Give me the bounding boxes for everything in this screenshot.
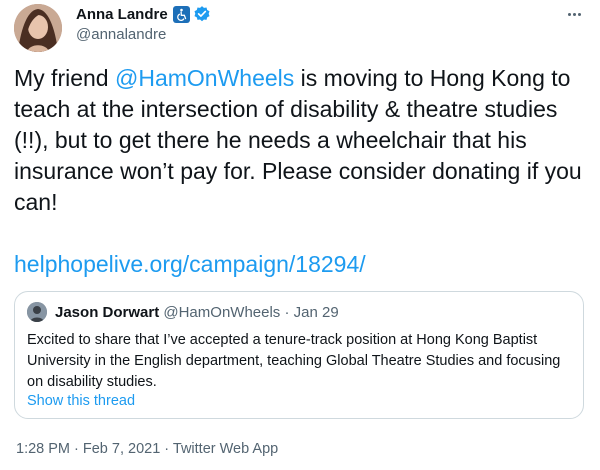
- author-display-name[interactable]: Anna Landre: [76, 6, 168, 23]
- quoted-tweet-card[interactable]: Jason Dorwart @HamOnWheels · Jan 29 Exci…: [14, 291, 584, 419]
- author-handle[interactable]: @annalandre: [76, 26, 166, 43]
- verified-badge-icon: [193, 5, 211, 23]
- author-avatar[interactable]: [14, 4, 62, 52]
- show-thread-link[interactable]: Show this thread: [27, 393, 135, 409]
- campaign-link[interactable]: helphopelive.org/campaign/18294/: [14, 249, 366, 280]
- author-name-row: Anna Landre: [76, 5, 211, 23]
- tweet-metadata[interactable]: 1:28 PM · Feb 7, 2021 · Twitter Web App: [16, 441, 278, 457]
- mention-link[interactable]: @HamOnWheels: [115, 65, 294, 91]
- quoted-date: Jan 29: [293, 304, 339, 321]
- avatar-photo-icon: [14, 4, 62, 52]
- wheelchair-icon: [172, 5, 190, 23]
- quoted-text: Excited to share that I’ve accepted a te…: [27, 332, 561, 390]
- more-options-icon[interactable]: [564, 4, 584, 24]
- tweet-text-start: My friend: [14, 65, 115, 91]
- quoted-header: Jason Dorwart @HamOnWheels · Jan 29: [55, 304, 339, 321]
- quoted-author-name: Jason Dorwart: [55, 304, 160, 321]
- tweet-text: My friend @HamOnWheels is moving to Hong…: [14, 63, 590, 218]
- quoted-separator: ·: [284, 304, 290, 321]
- quoted-author-avatar: [27, 302, 47, 322]
- tweet: Anna Landre @annalandre My friend @HamOn…: [0, 0, 600, 470]
- quoted-author-handle: @HamOnWheels: [163, 304, 281, 321]
- quoted-avatar-photo-icon: [27, 302, 47, 322]
